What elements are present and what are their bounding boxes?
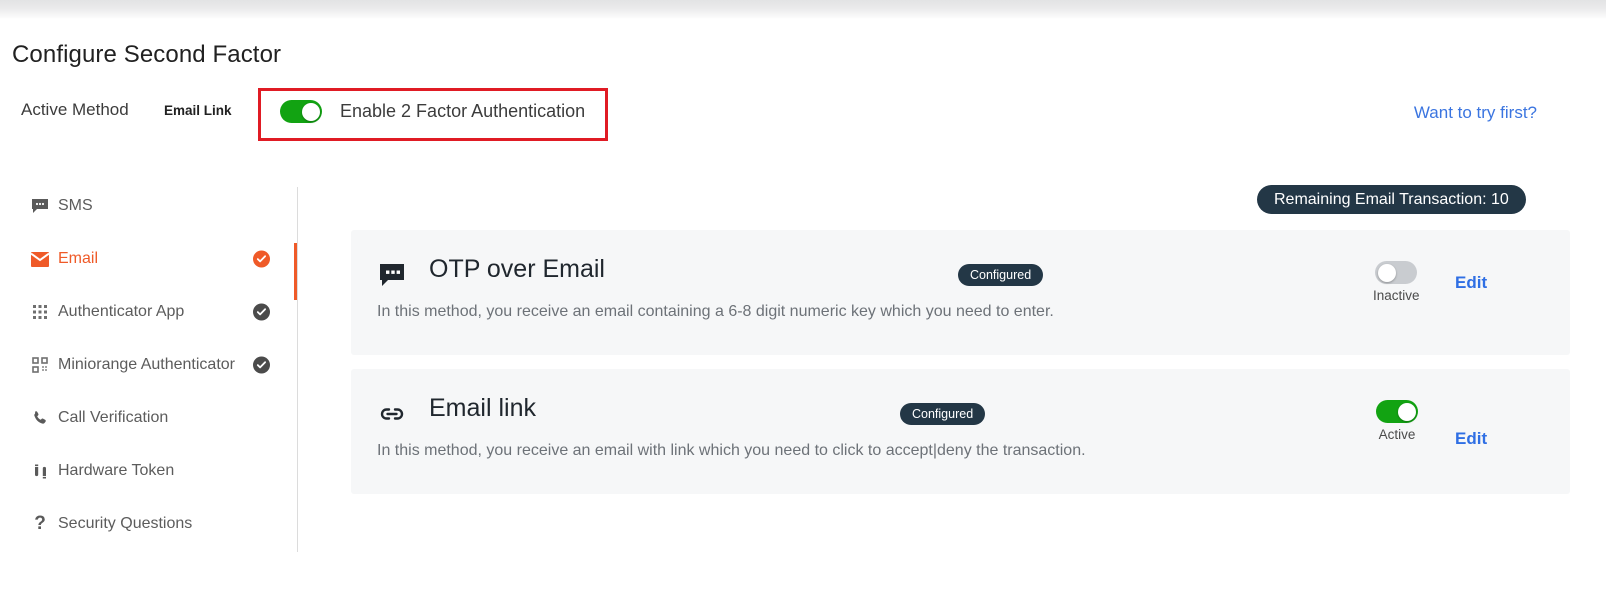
- method-status-label: Inactive: [1373, 288, 1420, 303]
- method-card-list: OTP over Email Configured In this method…: [351, 230, 1570, 508]
- chat-dots-icon: [377, 260, 407, 290]
- hardware-token-icon: [30, 461, 50, 481]
- sidebar-item-label: SMS: [58, 197, 93, 214]
- envelope-icon: [30, 249, 50, 269]
- enable-2fa-label: Enable 2 Factor Authentication: [340, 101, 586, 121]
- want-to-try-first-link[interactable]: Want to try first?: [1414, 103, 1537, 123]
- sidebar-item-authenticator-app[interactable]: Authenticator App: [0, 292, 297, 332]
- method-description: In this method, you receive an email wit…: [377, 442, 1086, 459]
- sidebar-item-label: Miniorange Authenticator: [58, 356, 235, 373]
- sidebar-item-miniorange-authenticator[interactable]: Miniorange Authenticator: [0, 345, 297, 385]
- remaining-transactions-badge: Remaining Email Transaction: 10: [1257, 185, 1526, 214]
- configured-check-badge: [253, 303, 270, 321]
- sidebar-item-label: Email: [58, 250, 99, 267]
- sidebar-item-email[interactable]: Email: [0, 239, 297, 279]
- configured-chip: Configured: [958, 264, 1044, 286]
- method-card-email-link: Email link Configured In this method, yo…: [351, 369, 1570, 494]
- active-method-value: Email Link: [164, 103, 232, 118]
- sidebar-item-call-verification[interactable]: Call Verification: [0, 398, 297, 438]
- configure-second-factor-page: Configure Second Factor Active Method Em…: [0, 0, 1606, 606]
- method-status-toggle[interactable]: [1375, 261, 1418, 284]
- configured-check-badge: [253, 356, 270, 374]
- enable-2fa-toggle[interactable]: [280, 100, 322, 123]
- sidebar-item-label: Hardware Token: [58, 462, 175, 479]
- enable-2fa-toggle-group[interactable]: Enable 2 Factor Authentication: [280, 100, 585, 123]
- sidebar-item-security-questions[interactable]: ? Security Questions: [0, 504, 297, 544]
- method-status-toggle-group[interactable]: Active: [1376, 400, 1418, 442]
- sidebar-item-label: Call Verification: [58, 409, 169, 426]
- configured-chip: Configured: [900, 403, 986, 425]
- page-title: Configure Second Factor: [12, 41, 282, 68]
- grid-dots-icon: [30, 302, 50, 322]
- method-title: Email link: [429, 394, 536, 422]
- active-method-row: Active Method Email Link Enable 2 Factor…: [0, 88, 1606, 141]
- question-mark-icon: ?: [34, 513, 46, 534]
- sidebar-item-sms[interactable]: SMS: [0, 186, 297, 226]
- method-title: OTP over Email: [429, 255, 605, 283]
- edit-button[interactable]: Edit: [1455, 273, 1487, 293]
- toggle-knob: [1397, 402, 1416, 421]
- method-status-toggle[interactable]: [1376, 400, 1418, 423]
- sidebar-item-label: Authenticator App: [58, 303, 185, 320]
- method-status-toggle-group[interactable]: Inactive: [1373, 261, 1420, 303]
- top-gradient-strip: [0, 0, 1606, 19]
- toggle-knob: [1377, 263, 1396, 282]
- method-description: In this method, you receive an email con…: [377, 303, 1054, 320]
- active-method-label: Active Method: [21, 100, 129, 119]
- sms-bubble-icon: [30, 196, 50, 216]
- qr-code-icon: [30, 355, 50, 375]
- configured-check-badge: [253, 250, 270, 268]
- sidebar-item-label: Security Questions: [58, 515, 193, 532]
- sidebar-item-hardware-token[interactable]: Hardware Token: [0, 451, 297, 491]
- sidebar-divider: [297, 187, 298, 552]
- edit-button[interactable]: Edit: [1455, 429, 1487, 449]
- phone-icon: [30, 408, 50, 428]
- method-sidebar: SMS Email Authenticator App Miniorange A…: [0, 186, 297, 552]
- method-card-otp-over-email: OTP over Email Configured In this method…: [351, 230, 1570, 355]
- method-status-label: Active: [1378, 427, 1416, 442]
- toggle-knob: [301, 102, 320, 121]
- chain-link-icon: [377, 399, 407, 429]
